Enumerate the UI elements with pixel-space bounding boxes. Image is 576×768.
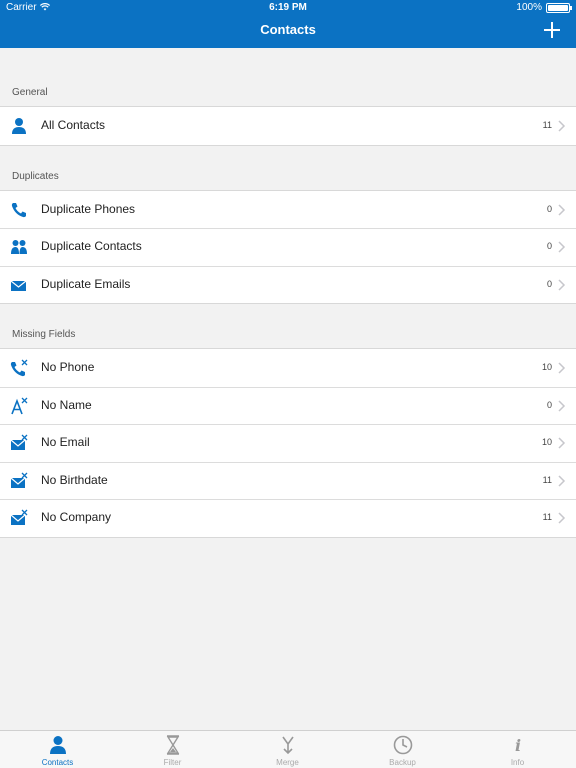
phone-x-icon: [10, 359, 28, 377]
svg-text:i: i: [515, 736, 521, 755]
battery-icon: [546, 3, 572, 13]
section-duplicates: Duplicate Phones 0 Duplicate Contacts 0 …: [0, 189, 576, 304]
row-label: No Name: [41, 397, 92, 412]
row-label: All Contacts: [41, 118, 106, 132]
chevron-right-icon: [558, 362, 566, 374]
row-label: Duplicate Phones: [41, 201, 136, 216]
envelope-x-icon: [10, 434, 28, 450]
person-icon: [12, 118, 26, 134]
row-count: 11: [542, 120, 552, 130]
chevron-right-icon: [558, 278, 566, 291]
tab-label: Info: [510, 758, 525, 767]
section-missing-fields: No Phone 10 No Name 0 No Email 10 No Bir…: [0, 348, 576, 538]
tab-label: Merge: [276, 758, 299, 767]
row-label: No Phone: [41, 360, 95, 374]
letter-a-x-icon: [11, 397, 28, 414]
tab-label: Backup: [389, 758, 416, 767]
row-all-contacts[interactable]: All Contacts 11: [0, 107, 576, 145]
chevron-right-icon: [558, 512, 566, 524]
row-count: 0: [546, 399, 552, 410]
chevron-right-icon: [558, 241, 566, 253]
tab-merge[interactable]: Merge: [230, 731, 345, 768]
row-label: Duplicate Emails: [41, 276, 131, 291]
tab-bar: Contacts Filter Merge Backup i Info: [0, 730, 576, 768]
chevron-right-icon: [558, 120, 566, 132]
add-contact-button[interactable]: [542, 20, 562, 40]
people-icon: [11, 240, 27, 254]
tab-backup[interactable]: Backup: [345, 731, 460, 768]
row-label: No Birthdate: [41, 472, 108, 487]
page-title: Contacts: [260, 22, 316, 37]
row-count: 10: [541, 362, 552, 372]
row-duplicate-contacts[interactable]: Duplicate Contacts 0: [0, 228, 576, 266]
row-no-name[interactable]: No Name 0: [0, 386, 576, 424]
tab-label: Contacts: [41, 758, 74, 767]
status-bar: Carrier 6:19 PM 100%: [0, 0, 576, 16]
row-label: No Email: [41, 435, 90, 449]
section-header-duplicates: Duplicates: [12, 170, 59, 182]
person-icon: [50, 736, 66, 754]
row-count: 0: [546, 203, 552, 214]
envelope-x-icon: [10, 472, 28, 488]
clock-icon: [393, 735, 413, 755]
section-general: All Contacts 11: [0, 106, 576, 146]
chevron-right-icon: [558, 399, 566, 412]
row-duplicate-emails[interactable]: Duplicate Emails 0: [0, 265, 576, 303]
envelope-icon: [10, 280, 27, 291]
contacts-table: General All Contacts 11 Duplicates Dupli…: [0, 48, 576, 538]
section-header-missing-fields: Missing Fields: [12, 329, 76, 340]
status-time: 6:19 PM: [269, 2, 307, 13]
row-no-birthdate[interactable]: No Birthdate 11: [0, 461, 576, 499]
row-no-company[interactable]: No Company 11: [0, 499, 576, 537]
info-icon: i: [515, 736, 521, 755]
row-count: 0: [546, 278, 552, 289]
row-no-phone[interactable]: No Phone 10: [0, 349, 576, 387]
chevron-right-icon: [558, 203, 566, 216]
row-label: No Company: [41, 510, 112, 524]
tab-label: Filter: [163, 758, 182, 767]
tab-contacts[interactable]: Contacts: [0, 731, 115, 768]
row-count: 0: [546, 241, 552, 251]
chevron-right-icon: [558, 474, 566, 487]
row-duplicate-phones[interactable]: Duplicate Phones 0: [0, 190, 576, 228]
tab-filter[interactable]: Filter: [115, 731, 230, 768]
chevron-right-icon: [558, 437, 566, 449]
row-label: Duplicate Contacts: [41, 239, 142, 253]
row-count: 11: [542, 474, 552, 485]
phone-icon: [11, 202, 26, 217]
row-count: 10: [541, 437, 552, 447]
tab-info[interactable]: i Info: [460, 731, 575, 768]
battery-percent: 100%: [516, 2, 542, 13]
envelope-x-icon: [10, 509, 28, 525]
hourglass-icon: [166, 735, 180, 755]
navigation-bar: Carrier 6:19 PM 100% Contacts: [0, 0, 576, 48]
section-header-general: General: [12, 87, 48, 98]
row-no-email[interactable]: No Email 10: [0, 424, 576, 462]
row-count: 11: [542, 512, 552, 522]
merge-icon: [282, 736, 294, 755]
